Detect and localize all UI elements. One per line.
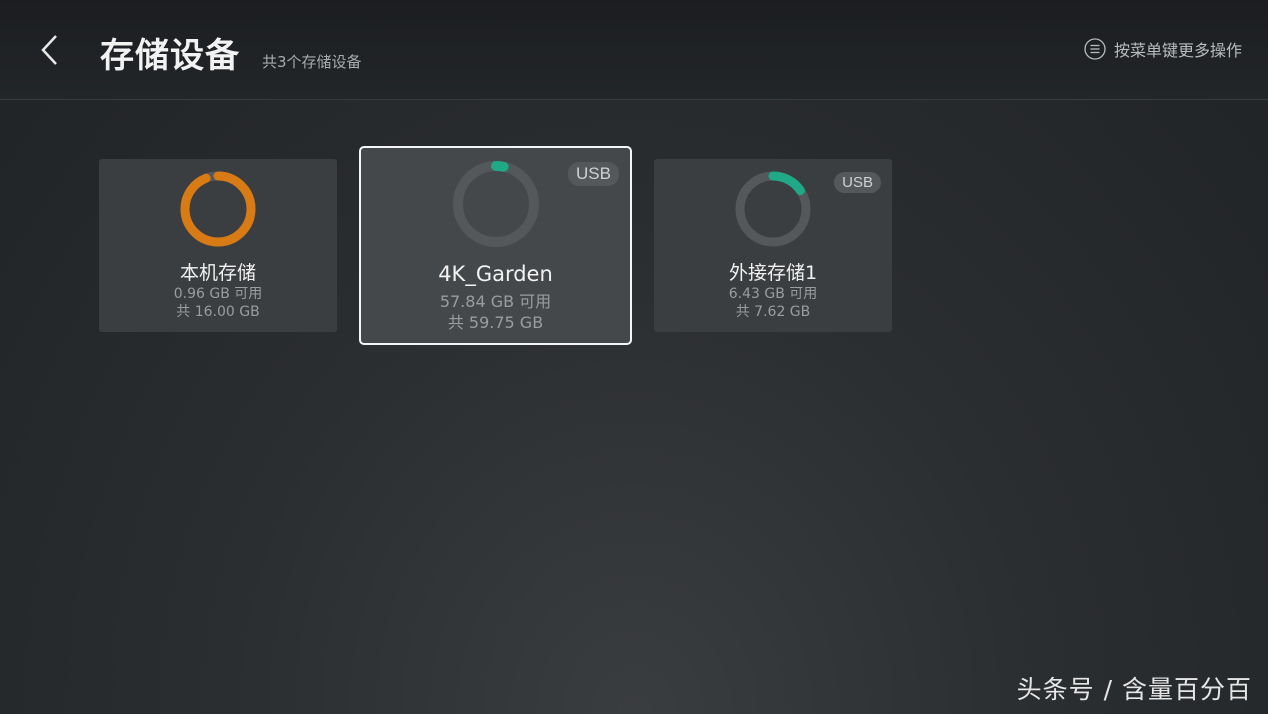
storage-card-internal[interactable]: 本机存储 0.96 GB 可用 共 16.00 GB [99,159,337,332]
storage-usage-ring [180,171,256,247]
storage-available: 57.84 GB 可用 [439,292,552,311]
storage-name: 外接存储1 [728,262,818,284]
menu-icon [1084,38,1106,60]
storage-total: 共 7.62 GB [735,304,811,320]
back-arrow-icon[interactable] [36,32,66,68]
storage-card-4k-garden[interactable]: USB 4K_Garden 57.84 GB 可用 共 59.75 GB [359,146,632,345]
storage-name: 4K_Garden [438,262,553,286]
storage-total: 共 16.00 GB [176,304,260,320]
device-count-subtitle: 共3个存储设备 [262,53,362,71]
usb-badge: USB [568,162,619,186]
storage-usage-ring [735,171,811,247]
ring-used-arc [180,171,256,247]
storage-available: 6.43 GB 可用 [728,286,818,302]
storage-total: 共 59.75 GB [447,313,544,332]
storage-usage-ring [453,161,539,247]
watermark: 头条号 / 含量百分百 [1016,675,1252,704]
page-title: 存储设备 [100,36,240,76]
top-bar: 存储设备 共3个存储设备 按菜单键更多操作 [0,0,1268,100]
storage-card-external-1[interactable]: USB 外接存储1 6.43 GB 可用 共 7.62 GB [654,159,892,332]
menu-hint: 按菜单键更多操作 [1084,37,1242,61]
storage-available: 0.96 GB 可用 [173,286,263,302]
usb-badge: USB [834,172,881,193]
ring-track [453,161,539,247]
storage-name: 本机存储 [179,262,256,284]
menu-hint-label: 按菜单键更多操作 [1113,41,1242,60]
